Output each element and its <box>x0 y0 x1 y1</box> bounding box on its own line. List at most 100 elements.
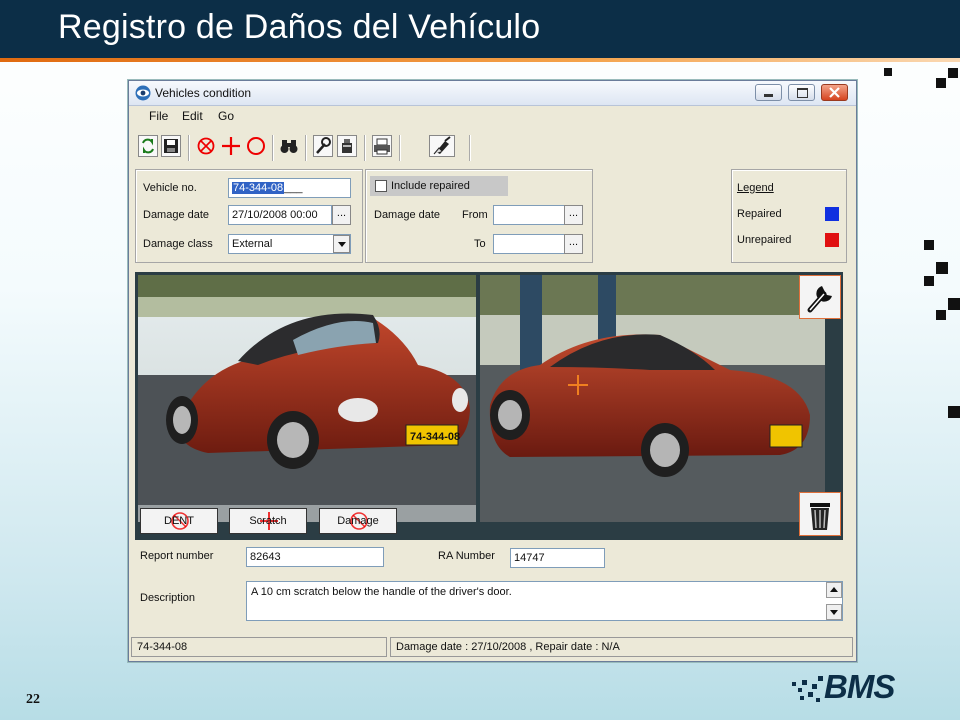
legend-unrepaired-label: Unrepaired <box>737 234 792 246</box>
slide-header-accent <box>0 58 960 62</box>
report-number-input[interactable]: 82643 <box>246 547 384 567</box>
decor-square <box>936 310 946 320</box>
decor-square <box>936 262 948 274</box>
scroll-down-button[interactable] <box>826 604 842 620</box>
damage-label: Damage <box>337 515 379 527</box>
scroll-up-button[interactable] <box>826 582 842 598</box>
slide-number: 22 <box>26 692 40 707</box>
scratch-button[interactable]: Scratch <box>229 508 307 534</box>
dent-label: DENT <box>164 515 194 527</box>
arrow-up-icon <box>830 587 838 592</box>
description-textarea[interactable]: A 10 cm scratch below the handle of the … <box>246 581 843 621</box>
vehicle-photo-rear[interactable] <box>480 275 825 522</box>
brush-icon <box>433 136 451 155</box>
scratch-label: Scratch <box>249 515 287 527</box>
decor-square <box>948 406 960 418</box>
damage-class-label: Damage class <box>143 238 213 250</box>
from-date-picker-button[interactable]: ... <box>564 205 583 225</box>
include-repaired-checkbox[interactable] <box>375 180 387 192</box>
minimize-button[interactable] <box>755 84 782 101</box>
decor-square <box>948 68 958 78</box>
dent-button[interactable]: DENT <box>140 508 218 534</box>
repaired-filter-panel: Include repaired Damage date From ... To… <box>365 169 593 263</box>
vehicle-no-input[interactable]: 74-344-08___ <box>228 178 351 198</box>
repair-mode-button[interactable] <box>799 275 841 319</box>
from-label: From <box>462 209 488 221</box>
damage-date-picker-button[interactable]: ... <box>332 205 351 225</box>
title-bar[interactable]: Vehicles condition <box>129 81 856 106</box>
toolbar-separator <box>272 135 274 161</box>
plate-text: 74-344-08 <box>410 431 460 443</box>
legend-panel: Legend Repaired Unrepaired <box>731 169 847 263</box>
legend-title: Legend <box>737 182 774 194</box>
decor-square <box>924 276 934 286</box>
to-date-input[interactable] <box>493 234 565 254</box>
legend-unrepaired-swatch <box>825 233 839 247</box>
print-button[interactable] <box>372 135 392 157</box>
status-vehicle: 74-344-08 <box>131 637 387 657</box>
dent-marker-icon[interactable] <box>196 135 216 157</box>
decor-square <box>936 78 946 88</box>
app-window: Vehicles condition File Edit Go Vehicle … <box>128 80 857 662</box>
logo-text: BMS <box>824 668 895 705</box>
binoculars-icon[interactable] <box>279 135 299 157</box>
decor-square <box>924 240 934 250</box>
minimize-icon <box>764 94 773 97</box>
vehicle-photo-area[interactable]: 74-344-08 DENT Scratch Damage <box>135 272 843 540</box>
range-damage-date-label: Damage date <box>374 209 441 221</box>
maximize-icon <box>797 88 808 98</box>
slide-title: Registro de Daños del Vehículo <box>58 8 541 46</box>
ra-number-input[interactable]: 14747 <box>510 548 605 568</box>
cleaning-icon <box>342 139 352 153</box>
refresh-button[interactable] <box>138 135 158 157</box>
to-label: To <box>474 238 486 250</box>
toolbar-separator <box>364 135 366 161</box>
trash-icon <box>810 503 830 530</box>
close-icon <box>829 87 840 98</box>
repair-tools-button[interactable] <box>313 135 333 157</box>
delete-damage-button[interactable] <box>799 492 841 536</box>
toolbar-separator <box>469 135 471 161</box>
vehicle-filter-panel: Vehicle no. 74-344-08___ Damage date 27/… <box>135 169 363 263</box>
menu-bar: File Edit Go <box>129 106 856 126</box>
vehicle-no-label: Vehicle no. <box>143 182 197 194</box>
toolbar-separator <box>305 135 307 161</box>
damage-button[interactable]: Damage <box>319 508 397 534</box>
repair-tools-icon <box>316 137 331 154</box>
toolbar-separator <box>188 135 190 161</box>
status-dates: Damage date : 27/10/2008 , Repair date :… <box>390 637 853 657</box>
from-date-input[interactable] <box>493 205 565 225</box>
menu-go[interactable]: Go <box>218 109 234 123</box>
brush-button[interactable] <box>429 135 455 157</box>
save-button[interactable] <box>161 135 181 157</box>
save-icon <box>164 139 178 153</box>
input-underscore: ___ <box>284 182 303 194</box>
damage-date-label: Damage date <box>143 209 210 221</box>
ra-number-label: RA Number <box>438 550 495 562</box>
refresh-icon <box>142 138 154 154</box>
vehicle-no-value: 74-344-08 <box>232 182 285 194</box>
decor-square <box>884 68 892 76</box>
legend-repaired-label: Repaired <box>737 208 782 220</box>
menu-file[interactable]: File <box>149 109 168 123</box>
damage-class-value: External <box>232 238 273 250</box>
chevron-down-icon[interactable] <box>333 235 350 253</box>
window-title: Vehicles condition <box>155 86 252 100</box>
damage-marker-icon[interactable] <box>246 135 266 157</box>
print-icon <box>374 138 390 155</box>
damage-date-input[interactable]: 27/10/2008 00:00 <box>228 205 332 225</box>
report-number-label: Report number <box>140 550 214 562</box>
wrench-icon <box>807 286 832 313</box>
decor-square <box>948 298 960 310</box>
scratch-marker-icon[interactable] <box>221 135 241 157</box>
maximize-button[interactable] <box>788 84 815 101</box>
toolbar-separator <box>399 135 401 161</box>
menu-edit[interactable]: Edit <box>182 109 203 123</box>
close-button[interactable] <box>821 84 848 101</box>
toolbar <box>129 129 599 165</box>
to-date-picker-button[interactable]: ... <box>564 234 583 254</box>
cleaning-button[interactable] <box>337 135 357 157</box>
vehicle-photo-front[interactable]: 74-344-08 <box>138 275 476 522</box>
legend-repaired-swatch <box>825 207 839 221</box>
arrow-down-icon <box>830 610 838 615</box>
